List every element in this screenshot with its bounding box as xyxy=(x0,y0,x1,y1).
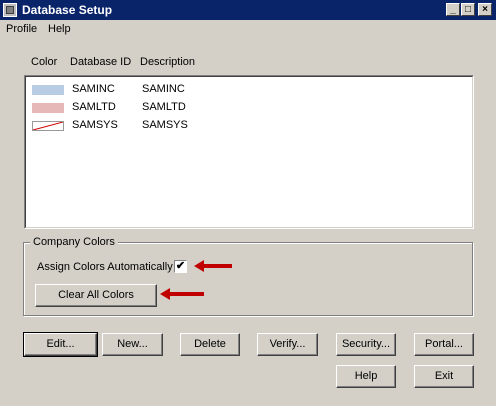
exit-button[interactable]: Exit xyxy=(414,365,474,388)
portal-button[interactable]: Portal... xyxy=(414,333,474,356)
list-item[interactable]: SAMINC SAMINC xyxy=(26,83,472,101)
new-button[interactable]: New... xyxy=(102,333,163,356)
color-swatch xyxy=(32,85,64,95)
list-item[interactable]: SAMSYS SAMSYS xyxy=(26,119,472,137)
color-swatch xyxy=(32,103,64,113)
red-arrow-icon xyxy=(160,288,204,300)
assign-colors-checkbox[interactable]: ✔ xyxy=(174,260,187,273)
maximize-button[interactable]: □ xyxy=(461,3,475,16)
title-bar: Database Setup _ □ × xyxy=(0,0,496,20)
company-colors-legend: Company Colors xyxy=(30,236,118,248)
column-header-description: Description xyxy=(140,56,196,68)
window-title: Database Setup xyxy=(22,3,113,17)
database-description: SAMINC xyxy=(142,83,185,95)
database-description: SAMSYS xyxy=(142,119,188,131)
database-list[interactable]: SAMINC SAMINC SAMLTD SAMLTD SAMSYS SAMSY… xyxy=(24,75,474,229)
column-header-color: Color xyxy=(31,56,58,68)
verify-button[interactable]: Verify... xyxy=(257,333,318,356)
security-button[interactable]: Security... xyxy=(336,333,396,356)
database-id: SAMSYS xyxy=(72,119,118,131)
menu-bar: Profile Help xyxy=(0,20,496,40)
minimize-button[interactable]: _ xyxy=(446,3,460,16)
column-header-database-id: Database ID xyxy=(70,56,132,68)
no-color-swatch xyxy=(32,121,64,131)
clear-all-colors-button[interactable]: Clear All Colors xyxy=(35,284,157,307)
edit-button[interactable]: Edit... xyxy=(23,332,98,357)
menu-profile[interactable]: Profile xyxy=(6,23,37,35)
menu-help[interactable]: Help xyxy=(48,23,71,35)
help-button[interactable]: Help xyxy=(336,365,396,388)
delete-button[interactable]: Delete xyxy=(180,333,240,356)
red-arrow-icon xyxy=(194,260,232,272)
database-id: SAMLTD xyxy=(72,101,116,113)
list-item[interactable]: SAMLTD SAMLTD xyxy=(26,101,472,119)
database-id: SAMINC xyxy=(72,83,115,95)
app-icon xyxy=(3,3,17,17)
close-button[interactable]: × xyxy=(478,3,492,16)
assign-colors-label: Assign Colors Automatically xyxy=(37,261,173,273)
database-description: SAMLTD xyxy=(142,101,186,113)
